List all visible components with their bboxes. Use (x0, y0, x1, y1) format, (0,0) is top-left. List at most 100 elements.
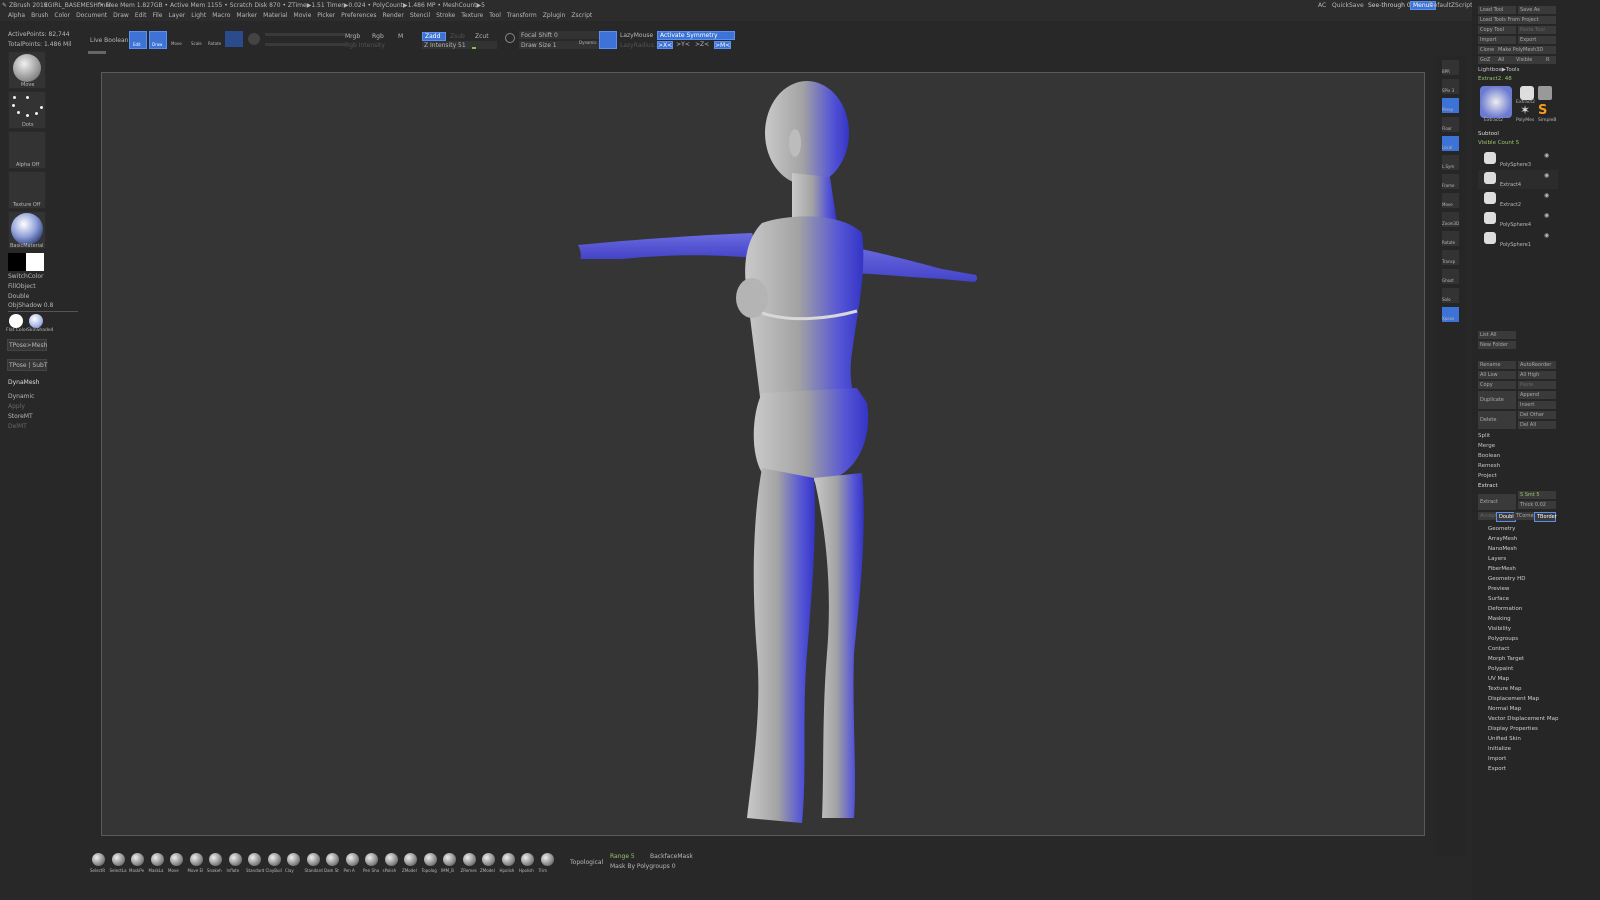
shelf-l-sym-button[interactable]: L.Sym (1442, 155, 1459, 170)
clone-button[interactable]: Clone (1478, 46, 1496, 54)
draw-mode-button[interactable]: Draw (149, 31, 167, 49)
duplicate-button[interactable]: Duplicate (1478, 391, 1516, 409)
copy-button[interactable]: Copy (1478, 381, 1516, 389)
shelf-rotate-button[interactable]: Rotate (1442, 231, 1459, 246)
all-button[interactable]: All (1496, 56, 1514, 64)
shelf-ghost-button[interactable]: Ghost (1442, 269, 1459, 284)
subtool-row[interactable]: PolySphere3 ◉ (1478, 150, 1558, 169)
section-arraymesh[interactable]: ArrayMesh (1488, 536, 1517, 542)
menu-render[interactable]: Render (382, 12, 403, 19)
menu-zscript[interactable]: Zscript (571, 12, 592, 19)
brush-trim-button[interactable]: Trim (539, 851, 557, 876)
section-morph-target[interactable]: Morph Target (1488, 656, 1524, 662)
shelf-zoom3d-button[interactable]: Zoom3D (1442, 212, 1459, 227)
topological-button[interactable]: Topological (570, 859, 603, 866)
subtool-row[interactable]: PolySphere4 ◉ (1478, 210, 1558, 229)
switch-color-button[interactable]: SwitchColor (8, 273, 44, 280)
remesh-section[interactable]: Remesh (1478, 463, 1500, 472)
section-display-properties[interactable]: Display Properties (1488, 726, 1538, 732)
brush-slot[interactable]: Move (8, 51, 46, 89)
tpose-subt-button[interactable]: TPose | SubT (7, 359, 47, 371)
shelf-spix-3-button[interactable]: SPix 3 (1442, 79, 1459, 94)
extract-section[interactable]: Extract (1478, 483, 1498, 492)
list-all-button[interactable]: List All (1478, 331, 1516, 339)
section-geometry-hd[interactable]: Geometry HD (1488, 576, 1526, 582)
shelf-floor-button[interactable]: Floor (1442, 117, 1459, 132)
brush-hpolish-button[interactable]: Hpolish (500, 851, 518, 876)
see-through-slider[interactable]: See-through 0 (1368, 2, 1411, 9)
tcorne-button[interactable]: TCorne (1514, 512, 1534, 520)
section-import[interactable]: Import (1488, 756, 1506, 762)
s-smt-slider[interactable]: S Smt 5 (1518, 491, 1556, 499)
double-button[interactable]: Double (8, 293, 29, 300)
menu-transform[interactable]: Transform (507, 12, 537, 19)
brush-clay-button[interactable]: Clay (285, 851, 303, 876)
menu-color[interactable]: Color (54, 12, 70, 19)
lazy-mouse-icon[interactable] (599, 31, 617, 49)
extract-button[interactable]: Extract (1478, 494, 1516, 510)
brush-selectr-button[interactable]: SelectR (90, 851, 108, 876)
alpha-slot[interactable]: Alpha Off (8, 131, 46, 169)
shelf-bpr-button[interactable]: BPR (1442, 60, 1459, 75)
menu-light[interactable]: Light (191, 12, 206, 19)
menu-stroke[interactable]: Stroke (436, 12, 455, 19)
goz-button[interactable]: GoZ (1478, 56, 1496, 64)
m-button[interactable]: M (398, 33, 403, 40)
menu-zplugin[interactable]: Zplugin (543, 12, 566, 19)
flat-color-material-icon[interactable] (9, 314, 23, 328)
append-button[interactable]: Append (1518, 391, 1556, 399)
rgb-intensity-slider[interactable]: Rgb Intensity (345, 42, 385, 49)
section-export[interactable]: Export (1488, 766, 1506, 772)
menu-preferences[interactable]: Preferences (341, 12, 376, 19)
menu-file[interactable]: File (152, 12, 162, 19)
quicksave-button[interactable]: QuickSave (1332, 2, 1364, 9)
backface-mask-button[interactable]: BackfaceMask (650, 853, 693, 860)
brush-inflate-button[interactable]: Inflate (227, 851, 245, 876)
obj-shadow-slider[interactable]: ObjShadow 0.8 (8, 302, 53, 309)
brush-standard-button[interactable]: Standard (246, 851, 264, 876)
copy-tool-button[interactable]: Copy Tool (1478, 26, 1516, 34)
r-button[interactable]: R (1544, 56, 1556, 64)
rgb-button[interactable]: Rgb (372, 33, 384, 40)
eye-icon[interactable]: ◉ (1544, 152, 1549, 159)
rotate-mode-button[interactable]: Rotate (207, 31, 223, 47)
paste-button[interactable]: Paste (1518, 381, 1556, 389)
menu-movie[interactable]: Movie (294, 12, 312, 19)
all-high-button[interactable]: All High (1518, 371, 1556, 379)
brush-zmodel-button[interactable]: ZModel (480, 851, 498, 876)
brush-imm-b-button[interactable]: IMM_B (441, 851, 459, 876)
menu-macro[interactable]: Macro (212, 12, 230, 19)
del-mt-button[interactable]: DelMT (8, 423, 27, 430)
visible-button[interactable]: Visible (1514, 56, 1544, 64)
menu-tool[interactable]: Tool (489, 12, 501, 19)
section-initialize[interactable]: Initialize (1488, 746, 1511, 752)
brush-maskla-button[interactable]: MaskLa (149, 851, 167, 876)
brush-dam-st-button[interactable]: Dam St (324, 851, 342, 876)
tborder-button[interactable]: TBorder (1534, 512, 1557, 522)
section-texture-map[interactable]: Texture Map (1488, 686, 1522, 692)
import-tool-button[interactable]: Import (1478, 36, 1516, 44)
texture-slot[interactable]: Texture Off (8, 171, 46, 209)
section-polypaint[interactable]: Polypaint (1488, 666, 1513, 672)
live-boolean-button[interactable]: Live Boolean (90, 37, 128, 44)
sym-x-button[interactable]: >X< (657, 41, 673, 49)
menu-brush[interactable]: Brush (31, 12, 48, 19)
brush-spolish-button[interactable]: sPolish (383, 851, 401, 876)
export-tool-button[interactable]: Export (1518, 36, 1556, 44)
brush-topolog-button[interactable]: Topolog (422, 851, 440, 876)
eye-icon[interactable]: ◉ (1544, 232, 1549, 239)
brush-move-el-button[interactable]: Move El (188, 851, 206, 876)
section-uv-map[interactable]: UV Map (1488, 676, 1509, 682)
apply-button[interactable]: Apply (8, 403, 25, 410)
range-slider[interactable]: Range 5 (610, 853, 635, 860)
project-section[interactable]: Project (1478, 473, 1497, 482)
menu-texture[interactable]: Texture (461, 12, 483, 19)
ac-label[interactable]: AC (1318, 2, 1326, 9)
polymesh-star-icon[interactable]: ✶ (1520, 103, 1534, 117)
del-all-button[interactable]: Del All (1518, 421, 1556, 429)
tool-thumb-extract2-small[interactable] (1520, 86, 1534, 100)
subtool-row[interactable]: PolySphere1 ◉ (1478, 230, 1558, 249)
auto-reorder-button[interactable]: AutoReorder (1518, 361, 1556, 369)
sym-y-button[interactable]: >Y< (676, 41, 690, 48)
zcut-button[interactable]: Zcut (475, 33, 489, 40)
